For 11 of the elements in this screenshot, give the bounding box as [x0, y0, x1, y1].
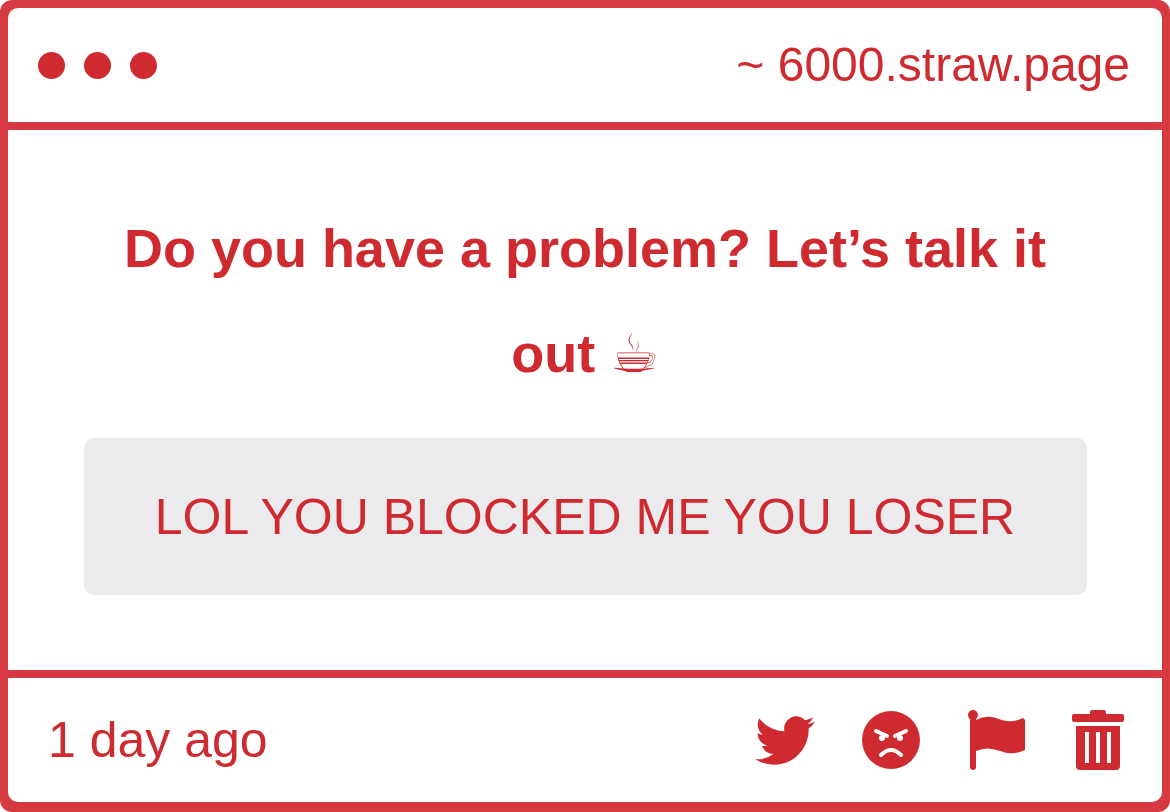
post-time: 1 day ago — [48, 711, 268, 769]
trash-icon[interactable] — [1072, 710, 1124, 770]
window-dot-icon — [130, 51, 157, 79]
prompt-text: Do you have a problem? Let’s talk it out ☕ — [122, 217, 1048, 385]
page-address: ~ 6000.straw.page — [736, 41, 1130, 89]
angry-face-icon[interactable] — [862, 711, 920, 769]
bird-icon[interactable] — [755, 715, 815, 765]
window-dot-icon — [84, 51, 111, 79]
message-text: LOL YOU BLOCKED ME YOU LOSER — [154, 487, 1016, 546]
flag-icon[interactable] — [967, 710, 1025, 770]
window-dot-icon — [38, 51, 65, 79]
